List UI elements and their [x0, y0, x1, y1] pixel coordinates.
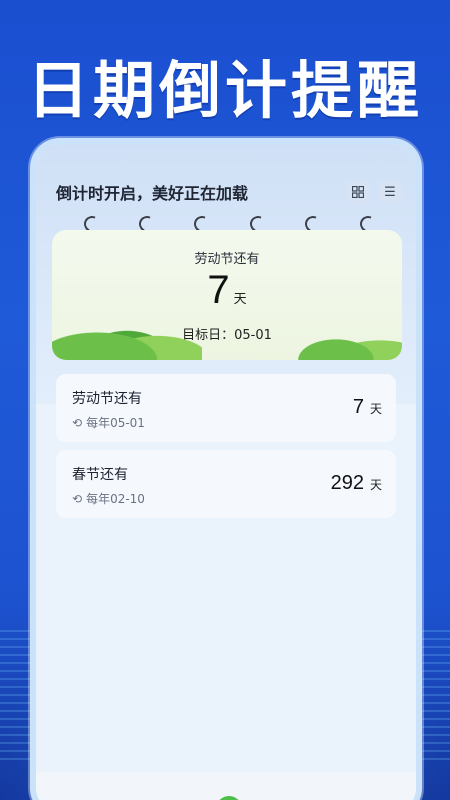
menu-icon[interactable]: ☰: [378, 181, 402, 203]
bottom-bar: [36, 772, 416, 800]
grid-glyph: [352, 186, 364, 198]
event-repeat-text: 每年05-01: [86, 416, 145, 430]
event-count: 7 天: [353, 396, 382, 419]
repeat-icon: ⟲: [72, 491, 83, 506]
phone-frame: 倒计时开启，美好正在加载 ☰ 劳动节还有 7天 目标日：05-01 劳动节还有 …: [30, 138, 422, 800]
grid-icon[interactable]: [346, 181, 370, 203]
app-title: 倒计时开启，美好正在加载: [56, 184, 249, 203]
add-button[interactable]: [216, 796, 242, 800]
event-count: 292 天: [331, 472, 382, 495]
featured-days-row: 7天: [52, 268, 402, 313]
event-name: 春节还有: [72, 467, 128, 483]
event-unit: 天: [369, 402, 382, 416]
repeat-icon: ⟲: [72, 415, 83, 430]
featured-title: 劳动节还有: [194, 252, 260, 267]
event-days: 292: [330, 472, 364, 494]
grass-decoration-left: [52, 312, 202, 360]
event-days: 7: [352, 396, 364, 418]
list-item[interactable]: 劳动节还有 ⟲ 每年05-01 7 天: [56, 374, 396, 442]
grass-decoration-right: [292, 324, 402, 360]
list-item[interactable]: 春节还有 ⟲ 每年02-10 292 天: [56, 450, 396, 518]
event-repeat: ⟲ 每年02-10: [72, 490, 145, 507]
event-repeat: ⟲ 每年05-01: [72, 414, 145, 431]
event-repeat-text: 每年02-10: [86, 492, 145, 506]
event-unit: 天: [369, 478, 382, 492]
featured-countdown-card[interactable]: 劳动节还有 7天 目标日：05-01: [52, 230, 402, 360]
promo-title: 日期倒计提醒: [26, 54, 423, 127]
featured-days: 7: [207, 268, 230, 312]
app-header: 倒计时开启，美好正在加载 ☰: [56, 178, 402, 206]
header-icons: ☰: [346, 181, 402, 203]
featured-unit: 天: [233, 292, 247, 307]
event-name: 劳动节还有: [72, 391, 142, 407]
